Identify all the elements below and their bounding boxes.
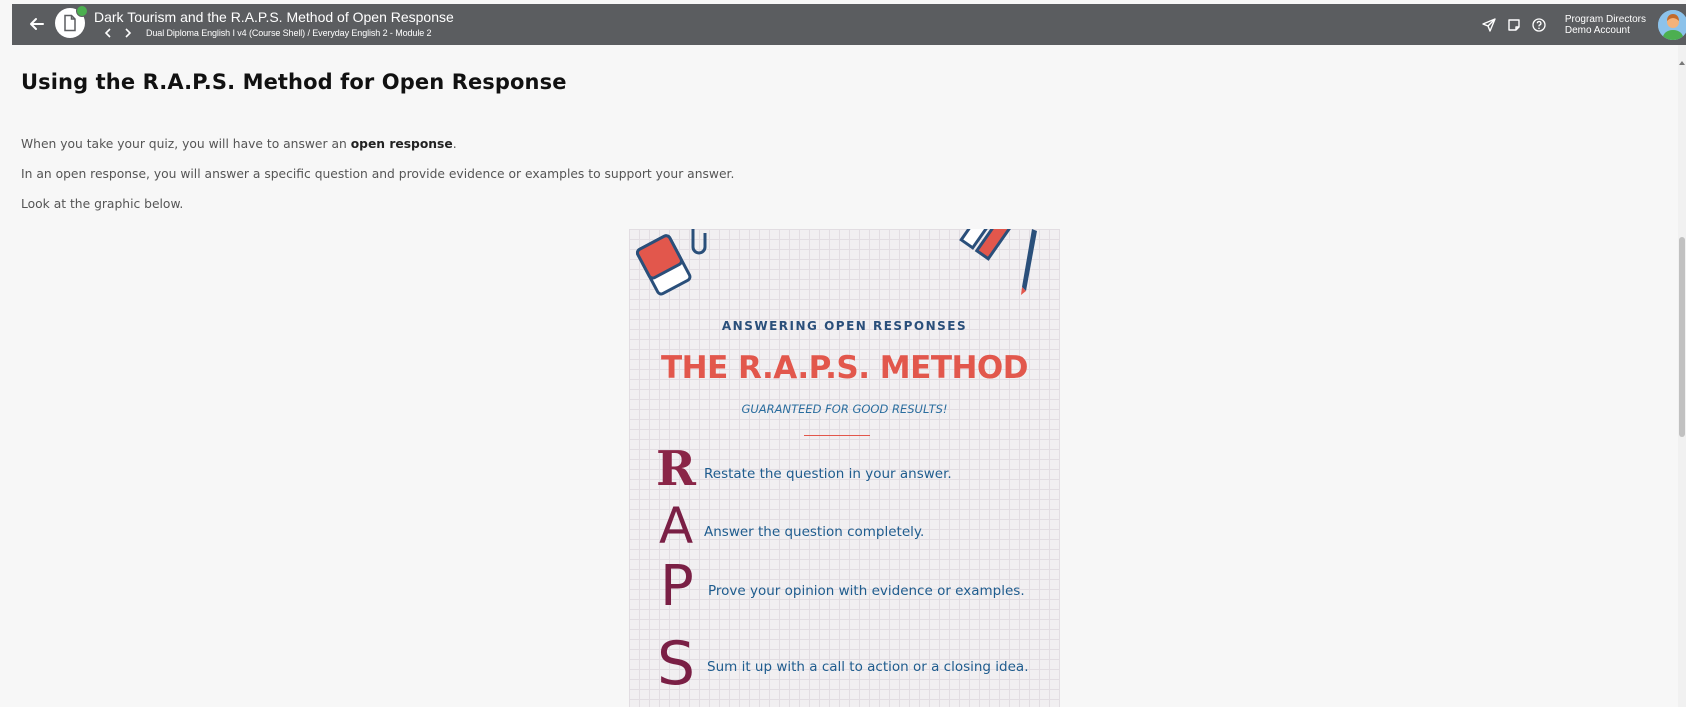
- page-title: Using the R.A.P.S. Method for Open Respo…: [21, 70, 567, 94]
- step-text-s: Sum it up with a call to action or a clo…: [707, 659, 1029, 675]
- user-info[interactable]: Program Directors Demo Account: [1565, 14, 1646, 36]
- graphic-title: THE R.A.P.S. METHOD: [660, 350, 1029, 386]
- back-arrow-icon[interactable]: [26, 13, 48, 35]
- chevron-left-icon[interactable]: [100, 26, 116, 40]
- step-letter-p: P: [660, 554, 694, 619]
- stationery-illustration: [635, 229, 1037, 296]
- help-icon[interactable]: [1530, 16, 1548, 34]
- scroll-up-arrow-icon[interactable]: [1679, 51, 1685, 65]
- lesson-content: Using the R.A.P.S. Method for Open Respo…: [21, 45, 1661, 211]
- graphic-kicker: ANSWERING OPEN RESPONSES: [721, 319, 968, 333]
- paragraph-open-response: In an open response, you will answer a s…: [21, 167, 735, 181]
- send-icon[interactable]: [1480, 16, 1498, 34]
- lesson-title: Dark Tourism and the R.A.P.S. Method of …: [94, 9, 454, 25]
- divider: [804, 435, 870, 436]
- user-role: Program Directors: [1564, 13, 1646, 25]
- top-bar: Dark Tourism and the R.A.P.S. Method of …: [12, 4, 1686, 45]
- step-letter-a: A: [659, 497, 694, 555]
- raps-graphic: ANSWERING OPEN RESPONSES THE R.A.P.S. ME…: [629, 229, 1060, 707]
- step-text-p: Prove your opinion with evidence or exam…: [708, 583, 1025, 599]
- user-name: Demo Account: [1564, 24, 1630, 36]
- paragraph-look: Look at the graphic below.: [21, 197, 184, 211]
- document-icon: [55, 5, 88, 38]
- scrollbar-thumb[interactable]: [1679, 237, 1685, 437]
- graphic-subtitle: GUARANTEED FOR GOOD RESULTS!: [741, 402, 948, 416]
- completed-check-icon: [76, 5, 88, 17]
- notes-icon[interactable]: [1505, 16, 1523, 34]
- paragraph-quiz: When you take your quiz, you will have t…: [21, 137, 457, 151]
- avatar[interactable]: [1658, 9, 1686, 40]
- step-text-a: Answer the question completely.: [704, 524, 925, 540]
- breadcrumb[interactable]: Dual Diploma English I v4 (Course Shell)…: [146, 28, 432, 38]
- step-letter-r: R: [656, 441, 696, 497]
- step-letter-s: S: [657, 629, 696, 699]
- bold-term: open response: [350, 137, 453, 151]
- step-text-r: Restate the question in your answer.: [704, 466, 952, 482]
- chevron-right-icon[interactable]: [120, 26, 136, 40]
